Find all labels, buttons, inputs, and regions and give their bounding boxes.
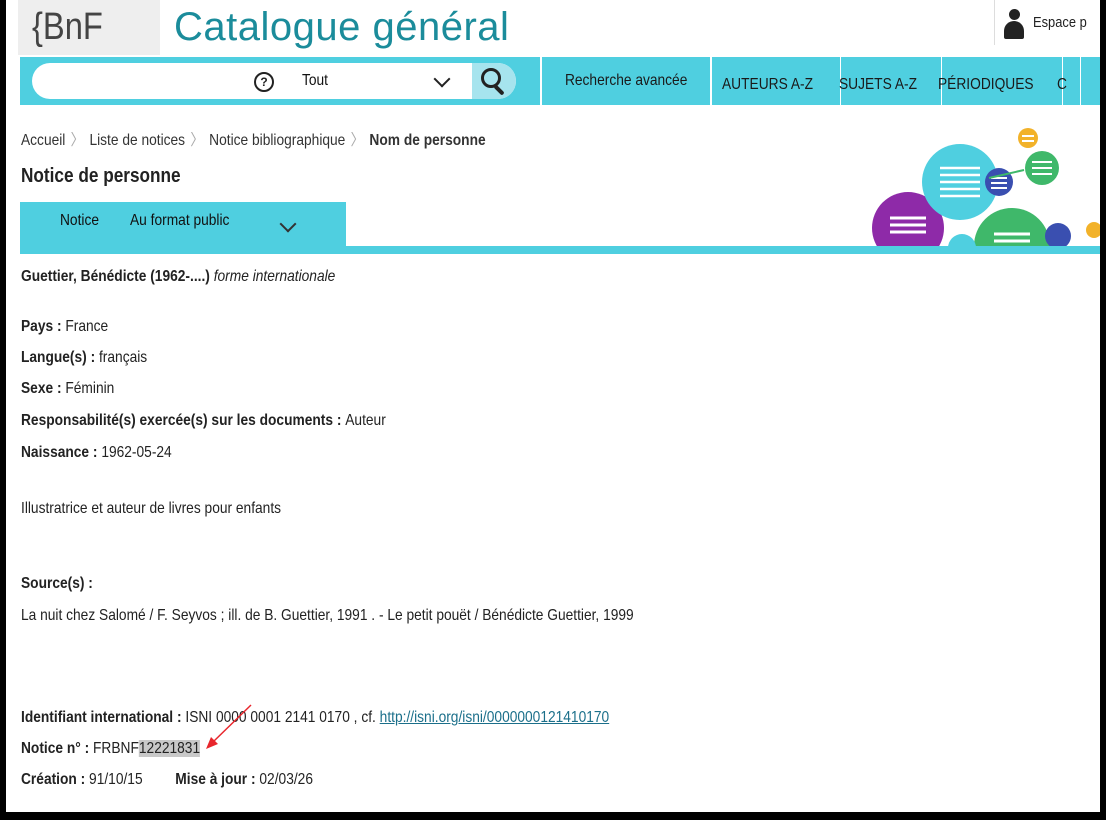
- advanced-search-link[interactable]: Recherche avancée: [542, 57, 710, 105]
- breadcrumb: Accueil 〉 Liste de notices 〉 Notice bibliogr…: [21, 132, 486, 149]
- field-dates: Création : 91/10/15 Mise à jour : 02/03/2…: [21, 771, 313, 788]
- user-icon: [1003, 7, 1025, 39]
- field-country: Pays : France: [21, 318, 109, 335]
- breadcrumb-home[interactable]: Accueil: [21, 132, 65, 149]
- chevron-down-icon[interactable]: [279, 215, 297, 233]
- field-birth: Naissance : 1962-05-24: [21, 444, 172, 461]
- page: {BnF Catalogue général Espace p ? Tout R…: [6, 0, 1100, 812]
- chevron-down-icon[interactable]: [433, 70, 451, 88]
- main-nav: AUTEURS A-Z SUJETS A-Z PÉRIODIQUES C: [710, 57, 1082, 105]
- sources-value: La nuit chez Salomé / F. Seyvos ; ill. d…: [21, 607, 634, 624]
- breadcrumb-separator: 〉: [70, 132, 85, 149]
- field-sex: Sexe : Féminin: [21, 380, 115, 397]
- field-isni: Identifiant international : ISNI 0000 00…: [21, 709, 610, 726]
- notice-number-highlight: 12221831: [138, 740, 201, 757]
- search-button[interactable]: [472, 63, 516, 99]
- site-title[interactable]: Catalogue général: [174, 0, 509, 55]
- tab-underline: [20, 246, 1100, 254]
- record-heading: Guettier, Bénédicte (1962-....) forme in…: [21, 268, 336, 285]
- advanced-search-link-box: Recherche avancée: [540, 57, 712, 105]
- bnf-logo[interactable]: {BnF: [18, 0, 160, 55]
- field-language: Langue(s) : français: [21, 349, 148, 366]
- field-notice-number: Notice n° : FRBNF12221831: [21, 740, 201, 757]
- sources-label: Source(s) :: [21, 575, 93, 592]
- help-icon[interactable]: ?: [254, 72, 274, 92]
- nav-authors-az[interactable]: AUTEURS A-Z: [710, 57, 841, 105]
- tab-notice[interactable]: Notice: [60, 212, 105, 230]
- search-icon: [481, 68, 501, 88]
- field-responsibility: Responsabilité(s) exercée(s) sur les doc…: [21, 412, 386, 429]
- logo-text: {BnF: [32, 6, 103, 48]
- account-link[interactable]: Espace p: [994, 0, 1100, 45]
- format-select[interactable]: Au format public: [130, 212, 246, 230]
- search-scope-label: Tout: [302, 72, 329, 89]
- search-scope-select[interactable]: Tout: [302, 63, 332, 99]
- speech-bubbles-illustration: [872, 128, 1100, 248]
- nav-subjects-az[interactable]: SUJETS A-Z: [827, 57, 943, 105]
- breadcrumb-current: Nom de personne: [369, 132, 486, 149]
- nav-more[interactable]: C: [1045, 57, 1082, 105]
- page-title: Notice de personne: [21, 165, 181, 187]
- nav-periodicals[interactable]: PÉRIODIQUES: [926, 57, 1063, 105]
- view-tab: Notice Au format public: [20, 202, 346, 248]
- breadcrumb-bibliographic[interactable]: Notice bibliographique: [209, 132, 345, 149]
- record-description: Illustratrice et auteur de livres pour e…: [21, 500, 282, 517]
- breadcrumb-list[interactable]: Liste de notices: [89, 132, 185, 149]
- account-label: Espace p: [1033, 14, 1087, 31]
- isni-link[interactable]: http://isni.org/isni/0000000121410170: [380, 709, 610, 726]
- search-bar: ? Tout Recherche avancée AUTEURS A-Z SUJ…: [20, 57, 1100, 105]
- search-input[interactable]: [46, 63, 250, 99]
- search-box: ? Tout: [32, 63, 516, 99]
